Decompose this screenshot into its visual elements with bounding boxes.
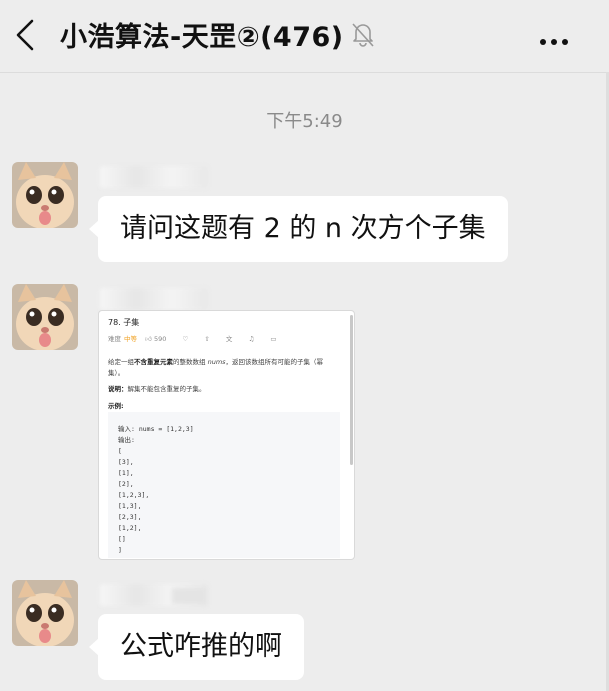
translate-icon: 文 (225, 335, 233, 343)
comment-icon: ▭ (270, 335, 277, 343)
difficulty-badge: 中等 (124, 335, 137, 343)
code-line: [1,3], (118, 502, 142, 510)
more-dots-icon[interactable] (540, 30, 576, 45)
chat-header: 小浩算法-天罡②(476) (0, 0, 609, 73)
code-line: 输出: (118, 436, 135, 444)
code-line: [2], (118, 480, 134, 488)
share-icon: ⇧ (204, 335, 210, 343)
image-scrollbar (350, 315, 353, 465)
chevron-left-icon[interactable] (12, 18, 42, 52)
difficulty-label: 难度 (108, 335, 121, 343)
code-line: [2,3], (118, 513, 142, 521)
message-timestamp: 下午5:49 (266, 111, 343, 132)
problem-meta: 难度 中等 👍︎ 590 ♡ ⇧ 文 ♫ ▭ (108, 333, 277, 343)
sender-name-blurred (100, 166, 208, 188)
code-line: [] (118, 535, 126, 543)
bell-off-icon (352, 23, 374, 47)
avatar[interactable] (12, 284, 78, 350)
problem-description: 给定一组不含重复元素的整数数组 nums，返回该数组所有可能的子集（幂 (108, 358, 324, 366)
code-line: ] (118, 546, 122, 554)
problem-note: 说明：解集不能包含重复的子集。 (108, 385, 206, 393)
chat-title[interactable]: 小浩算法-天罡②(476) (60, 15, 344, 54)
problem-description-cont: 集）。 (108, 369, 125, 377)
code-line: [1,2,3], (118, 491, 150, 499)
example-label: 示例: (108, 402, 124, 410)
thumb-up-icon: 👍︎ (145, 335, 152, 343)
sender-name-blurred (172, 588, 206, 604)
message-bubble[interactable]: 请问这题有 2 的 n 次方个子集 (89, 196, 508, 262)
code-line: [3], (118, 458, 134, 466)
cat-avatar-icon (12, 580, 78, 646)
code-line: [1,2], (118, 524, 142, 532)
message-bubble[interactable]: 公式咋推的啊 (89, 614, 304, 680)
sender-name-blurred (100, 288, 208, 310)
bell-icon: ♫ (248, 335, 255, 343)
code-line: 输入: nums = [1,2,3] (118, 425, 194, 433)
avatar[interactable] (12, 580, 78, 646)
code-line: [1], (118, 469, 134, 477)
like-count: 590 (153, 335, 167, 343)
avatar[interactable] (12, 162, 78, 228)
code-line: [ (118, 447, 122, 455)
example-code-block: 输入: nums = [1,2,3] 输出: [ [3], [1], [2], … (108, 412, 340, 558)
cat-avatar-icon (12, 162, 78, 228)
image-message[interactable]: 78. 子集 难度 中等 👍︎ 590 ♡ ⇧ 文 ♫ ▭ 给定一组不含重复元素的… (98, 310, 355, 560)
heart-icon: ♡ (182, 335, 189, 343)
problem-title: 78. 子集 (108, 318, 140, 327)
cat-avatar-icon (12, 284, 78, 350)
